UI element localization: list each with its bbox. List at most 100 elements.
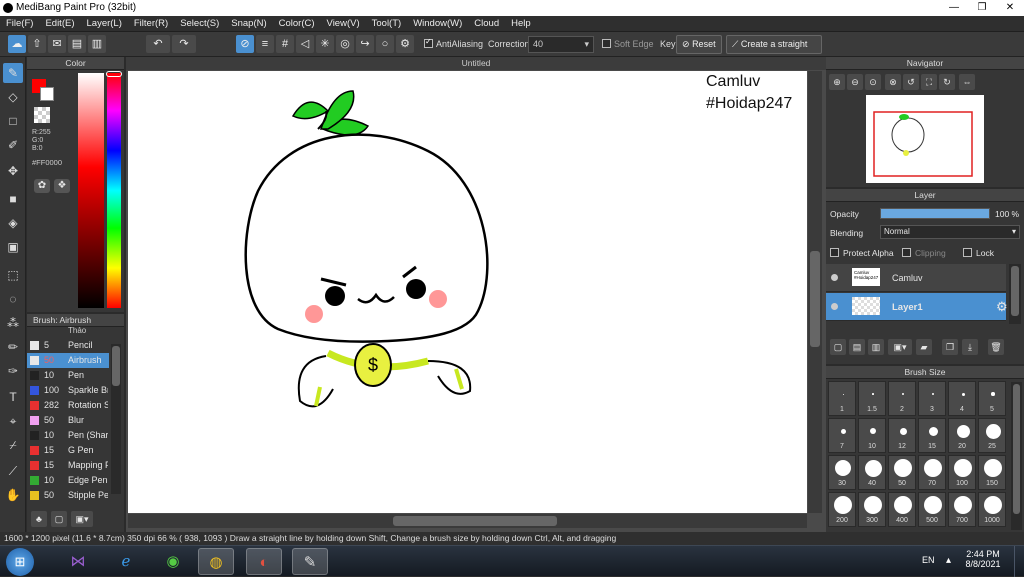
new-layer-1bit-icon[interactable]: ▥ bbox=[868, 339, 884, 355]
brush-size-cell[interactable]: 5 bbox=[978, 381, 1006, 416]
undo-icon[interactable]: ↶ bbox=[146, 35, 170, 53]
brush-size-cell[interactable]: 400 bbox=[888, 492, 916, 527]
shape-tool-icon[interactable]: □ bbox=[3, 111, 23, 131]
layer-row[interactable]: Layer1 ⚙ bbox=[826, 293, 1008, 321]
hue-slider[interactable] bbox=[107, 73, 121, 308]
rotate-left-icon[interactable]: ↺ bbox=[903, 74, 919, 90]
menu-window[interactable]: Window(W) bbox=[407, 16, 468, 32]
system-tray-arrow-icon[interactable]: ▴ bbox=[946, 555, 951, 566]
move-tool-icon[interactable]: ✥ bbox=[3, 161, 23, 181]
snap-parallel-icon[interactable]: ≡ bbox=[256, 35, 274, 53]
brush-size-cell[interactable]: 50 bbox=[888, 455, 916, 490]
brush-item[interactable]: 50 Airbrush bbox=[27, 353, 109, 368]
brush-item[interactable]: 5 Pencil bbox=[27, 338, 109, 353]
zoom-fit-icon[interactable]: ⊙ bbox=[865, 74, 881, 90]
language-indicator[interactable]: EN bbox=[922, 555, 935, 565]
navigator-preview[interactable] bbox=[866, 95, 984, 183]
brush-new-icon[interactable]: ▢ bbox=[51, 511, 67, 527]
text-tool-icon[interactable]: T bbox=[3, 387, 23, 407]
brush-size-scroll-thumb[interactable] bbox=[1013, 384, 1020, 514]
snap-radial-icon[interactable]: ✳ bbox=[316, 35, 334, 53]
brush-menu-icon[interactable]: ▣▾ bbox=[71, 511, 93, 527]
brush-size-cell[interactable]: 10 bbox=[858, 418, 886, 453]
show-desktop-button[interactable] bbox=[1014, 546, 1024, 577]
comment-icon[interactable]: ✉ bbox=[48, 35, 66, 53]
brush-size-cell[interactable]: 200 bbox=[828, 492, 856, 527]
clipping-checkbox[interactable] bbox=[902, 248, 911, 257]
palette-icon[interactable]: ✿ bbox=[34, 179, 50, 193]
zoom-reset-icon[interactable]: ⊗ bbox=[885, 74, 901, 90]
straight-line-button[interactable]: ⟋ Create a straight line bbox=[726, 35, 822, 66]
brush-size-cell[interactable]: 3 bbox=[918, 381, 946, 416]
snap-perspective-icon[interactable]: ◁ bbox=[296, 35, 314, 53]
layer-row[interactable]: Camluv #Hoidap247 Camluv bbox=[826, 264, 1006, 292]
layer-settings-gear-icon[interactable]: ⚙ bbox=[996, 299, 1008, 315]
delete-layer-icon[interactable]: 🗑 bbox=[988, 339, 1004, 355]
snap-grid-icon[interactable]: # bbox=[276, 35, 294, 53]
transparent-color-swatch[interactable] bbox=[34, 107, 50, 123]
redo-icon[interactable]: ↷ bbox=[172, 35, 196, 53]
brush-add-icon[interactable]: ♣ bbox=[31, 511, 47, 527]
snap-off-icon[interactable]: ⊘ bbox=[236, 35, 254, 53]
brush-size-cell[interactable]: 500 bbox=[918, 492, 946, 527]
menu-snap[interactable]: Snap(N) bbox=[225, 16, 272, 32]
snap-circle-icon[interactable]: ○ bbox=[376, 35, 394, 53]
magic-wand-tool-icon[interactable]: ⁂ bbox=[3, 313, 23, 333]
visibility-icon[interactable] bbox=[831, 274, 838, 281]
soft-edge-checkbox[interactable] bbox=[602, 39, 611, 48]
operation-tool-icon[interactable]: ⌖ bbox=[3, 411, 23, 431]
horizontal-scroll-thumb[interactable] bbox=[393, 516, 557, 526]
eraser-tool-icon[interactable]: ◇ bbox=[3, 87, 23, 107]
brush-size-cell[interactable]: 1 bbox=[828, 381, 856, 416]
snap-concentric-icon[interactable]: ◎ bbox=[336, 35, 354, 53]
menu-help[interactable]: Help bbox=[505, 16, 537, 32]
gradient-tool-icon[interactable]: ▣ bbox=[3, 237, 23, 257]
brush-size-cell[interactable]: 7 bbox=[828, 418, 856, 453]
secondary-color-swatch[interactable] bbox=[40, 87, 54, 101]
brush-item[interactable]: 100 Sparkle Brush bbox=[27, 383, 109, 398]
brush-size-cell[interactable]: 40 bbox=[858, 455, 886, 490]
canvas-horizontal-scrollbar[interactable] bbox=[128, 514, 807, 528]
drawing-canvas[interactable]: $ Camluv #Hoidap247 bbox=[128, 71, 807, 513]
close-button[interactable]: ✕ bbox=[996, 0, 1024, 16]
brush-size-cell[interactable]: 25 bbox=[978, 418, 1006, 453]
correction-select[interactable]: 40 ▾ bbox=[528, 36, 594, 53]
pen-tool-icon[interactable]: ✐ bbox=[3, 135, 23, 155]
brush-size-cell[interactable]: 2 bbox=[888, 381, 916, 416]
start-button[interactable]: ⊞ bbox=[6, 548, 34, 576]
brush-size-cell[interactable]: 1000 bbox=[978, 492, 1006, 527]
brush-item[interactable]: 15 Mapping Pen bbox=[27, 458, 109, 473]
brush-item[interactable]: 50 Blur bbox=[27, 413, 109, 428]
lasso-tool-icon[interactable]: ◌ bbox=[3, 289, 23, 309]
select-pen-tool-icon[interactable]: ✏ bbox=[3, 337, 23, 357]
fit-screen-icon[interactable]: ⛶ bbox=[921, 74, 937, 90]
zoom-out-icon[interactable]: ⊖ bbox=[847, 74, 863, 90]
brush-size-cell[interactable]: 100 bbox=[948, 455, 976, 490]
brush-size-cell[interactable]: 12 bbox=[888, 418, 916, 453]
brush-tool-icon[interactable]: ✎ bbox=[3, 63, 23, 83]
brush-size-cell[interactable]: 70 bbox=[918, 455, 946, 490]
chrome-icon[interactable]: ◍ bbox=[198, 548, 234, 575]
menu-edit[interactable]: Edit(E) bbox=[39, 16, 80, 32]
select-eraser-tool-icon[interactable]: ✑ bbox=[3, 361, 23, 381]
new-layer-8bit-icon[interactable]: ▤ bbox=[849, 339, 865, 355]
color-wheel-icon[interactable]: ❖ bbox=[54, 179, 70, 193]
zoom-in-icon[interactable]: ⊕ bbox=[829, 74, 845, 90]
brush-size-cell[interactable]: 20 bbox=[948, 418, 976, 453]
share-icon[interactable]: ⇧ bbox=[28, 35, 46, 53]
paint-icon[interactable]: ✎ bbox=[292, 548, 328, 575]
add-layer-menu-icon[interactable]: ▣▾ bbox=[888, 339, 912, 355]
medibang-icon[interactable]: ◐ bbox=[246, 548, 282, 575]
brush-scrollbar[interactable] bbox=[111, 344, 121, 494]
fill-rect-tool-icon[interactable]: ■ bbox=[3, 189, 23, 209]
brush-size-cell[interactable]: 150 bbox=[978, 455, 1006, 490]
minimize-button[interactable]: — bbox=[940, 0, 968, 16]
brush-item[interactable]: 10 Pen bbox=[27, 368, 109, 383]
opacity-slider[interactable] bbox=[880, 208, 990, 219]
chat-icon[interactable]: ▤ bbox=[68, 35, 86, 53]
bucket-tool-icon[interactable]: ◈ bbox=[3, 213, 23, 233]
hue-handle[interactable] bbox=[106, 71, 122, 77]
brush-size-cell[interactable]: 300 bbox=[858, 492, 886, 527]
protect-alpha-checkbox[interactable] bbox=[830, 248, 839, 257]
brush-item[interactable]: 15 G Pen bbox=[27, 443, 109, 458]
